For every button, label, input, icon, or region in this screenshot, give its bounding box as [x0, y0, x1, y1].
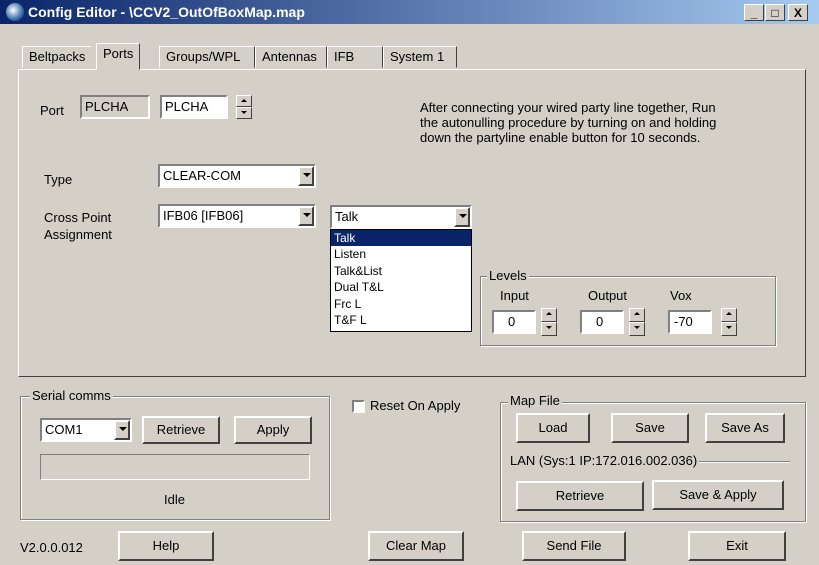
type-label: Type [44, 172, 73, 187]
levels-title: Levels [487, 268, 529, 283]
mode-option-talk[interactable]: Talk [331, 230, 471, 247]
exit-button[interactable]: Exit [688, 531, 786, 561]
serial-apply-button[interactable]: Apply [234, 416, 312, 444]
map-file-title: Map File [508, 393, 562, 408]
tab-system-1[interactable]: System 1 [383, 46, 457, 68]
instructions-text: After connecting your wired party line t… [420, 100, 717, 145]
send-file-button[interactable]: Send File [522, 531, 626, 561]
reset-on-apply-label[interactable]: Reset On Apply [370, 398, 460, 413]
mode-option-talk-list[interactable]: Talk&List [331, 263, 471, 279]
mode-option-tf-l[interactable]: T&F L [331, 312, 471, 328]
vox-level-field[interactable]: -70 [668, 310, 712, 334]
tab-beltpacks[interactable]: Beltpacks [22, 46, 92, 68]
title-bar[interactable]: Config Editor - \CCV2_OutOfBoxMap.map _ … [0, 0, 819, 24]
output-label: Output [588, 288, 628, 303]
cross-point-dropdown-arrow[interactable] [298, 206, 314, 226]
serial-retrieve-button[interactable]: Retrieve [142, 416, 220, 444]
window-title: Config Editor - \CCV2_OutOfBoxMap.map [28, 4, 305, 20]
serial-comms-title: Serial comms [30, 388, 113, 403]
clear-map-button[interactable]: Clear Map [368, 531, 464, 561]
lan-label: LAN (Sys:1 IP:172.016.002.036) [508, 453, 700, 468]
tab-ifb[interactable]: IFB [327, 46, 383, 68]
serial-progress-bar [40, 454, 310, 480]
mode-dropdown-list[interactable]: Talk Listen Talk&List Dual T&L Frc L T&F… [330, 229, 472, 332]
input-level-field[interactable]: 0 [492, 310, 536, 334]
port-name-readonly: PLCHA [80, 95, 150, 119]
port-label: Port [40, 103, 64, 118]
type-dropdown[interactable]: CLEAR-COM [158, 164, 316, 188]
mode-dropdown-arrow[interactable] [454, 207, 470, 227]
lan-retrieve-button[interactable]: Retrieve [516, 481, 644, 511]
map-load-button[interactable]: Load [516, 413, 590, 443]
mode-option-dual-tl[interactable]: Dual T&L [331, 279, 471, 295]
tab-antennas[interactable]: Antennas [255, 46, 327, 68]
mode-option-frc-l[interactable]: Frc L [331, 296, 471, 312]
minimize-button[interactable]: _ [744, 4, 764, 21]
com-port-dropdown-arrow[interactable] [114, 420, 130, 440]
mode-dropdown[interactable]: Talk [330, 205, 472, 229]
input-label: Input [500, 288, 529, 303]
type-dropdown-arrow[interactable] [298, 166, 314, 186]
tab-groups-wpl[interactable]: Groups/WPL [159, 46, 255, 68]
vox-level-spinner[interactable] [721, 308, 737, 336]
cross-point-label: Cross Point [44, 210, 112, 225]
vox-label: Vox [670, 288, 692, 303]
close-button[interactable]: X [788, 4, 808, 21]
output-level-spinner[interactable] [629, 308, 645, 336]
tab-ports[interactable]: Ports [96, 43, 141, 70]
map-save-as-button[interactable]: Save As [705, 413, 785, 443]
mode-option-listen[interactable]: Listen [331, 246, 471, 262]
serial-status-text: Idle [164, 492, 185, 507]
help-button[interactable]: Help [118, 531, 214, 561]
input-level-spinner[interactable] [541, 308, 557, 336]
cross-point-dropdown[interactable]: IFB06 [IFB06] [158, 204, 316, 228]
port-spinner[interactable] [236, 95, 252, 119]
output-level-field[interactable]: 0 [580, 310, 624, 334]
app-icon [6, 3, 24, 21]
assignment-label: Assignment [44, 227, 112, 242]
port-name-field[interactable]: PLCHA [160, 95, 228, 119]
lan-save-apply-button[interactable]: Save & Apply [652, 480, 784, 510]
maximize-button[interactable]: □ [765, 4, 785, 21]
reset-on-apply-checkbox[interactable] [352, 400, 365, 413]
version-label: V2.0.0.012 [20, 540, 83, 555]
map-save-button[interactable]: Save [611, 413, 689, 443]
